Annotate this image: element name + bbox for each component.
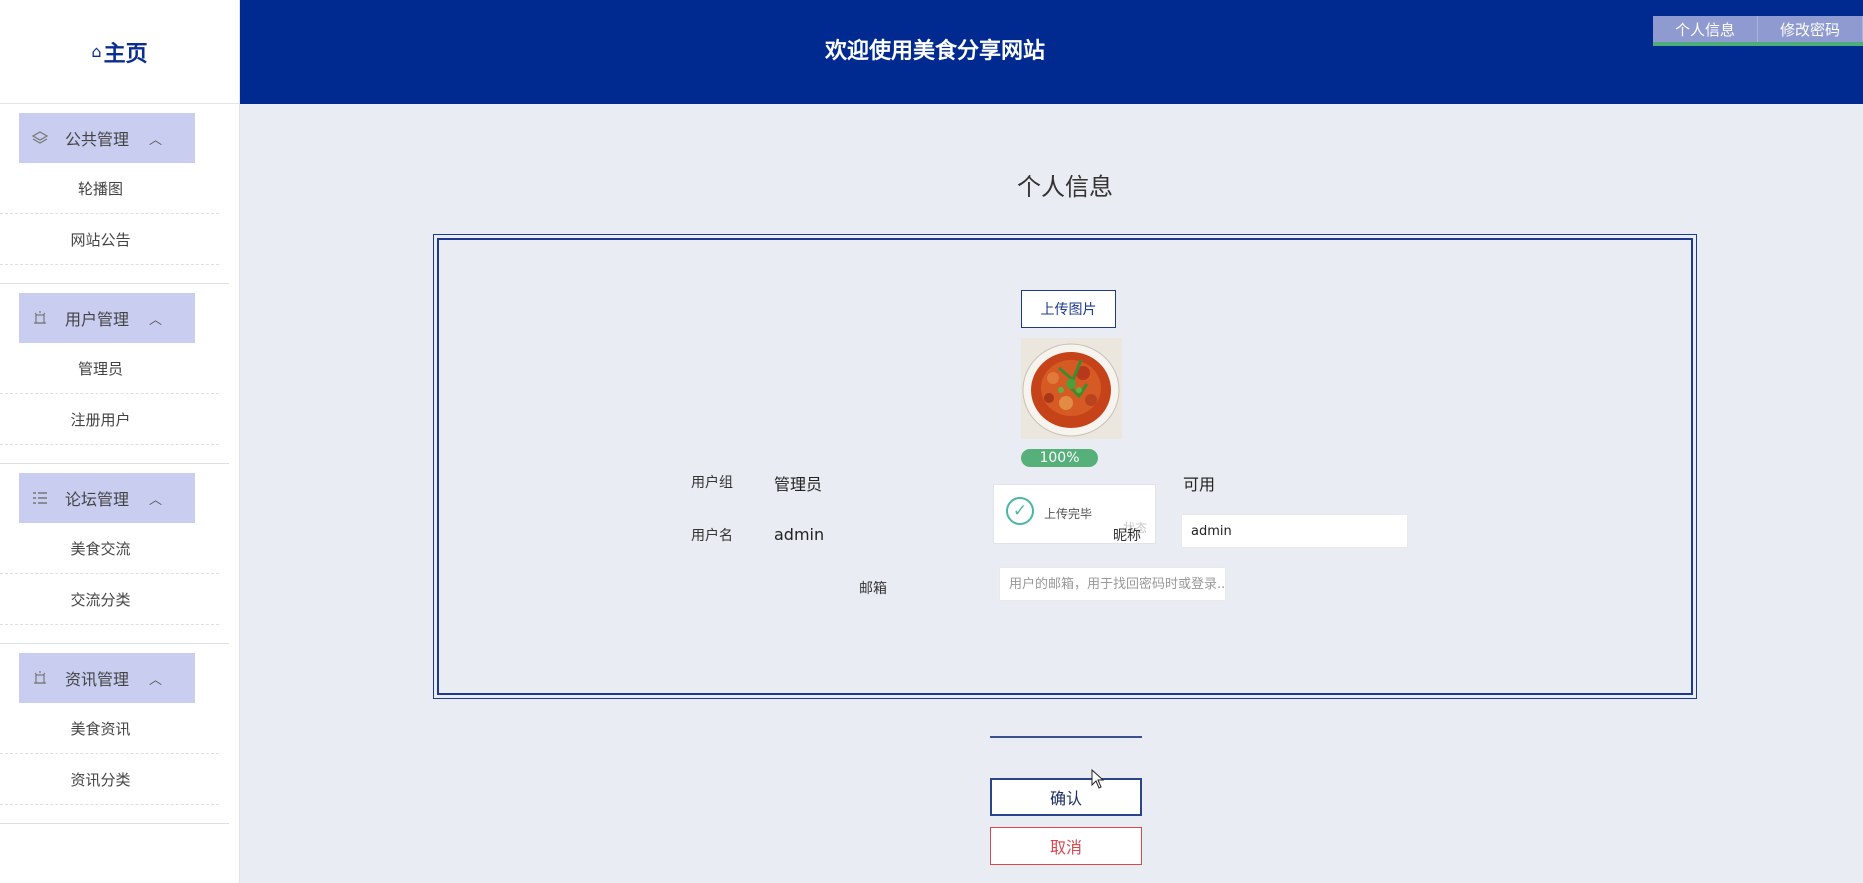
tab-change-password[interactable]: 修改密码 (1758, 16, 1863, 42)
sidebar-item-food-news[interactable]: 美食资讯 (0, 703, 219, 754)
sidebar-group-header-forum[interactable]: 论坛管理 ︿ (19, 473, 195, 523)
alarm-icon (31, 309, 49, 327)
sidebar-item-news-category[interactable]: 资讯分类 (0, 754, 219, 805)
nickname-field[interactable] (1181, 514, 1408, 548)
email-label: 邮箱 (859, 581, 887, 597)
user-group-value: 管理员 (774, 475, 823, 494)
home-icon: ⌂ (91, 42, 102, 61)
chevron-up-icon: ︿ (149, 672, 163, 688)
sidebar-group-header-users[interactable]: 用户管理 ︿ (19, 293, 195, 343)
toast-message: 上传完毕 (1044, 507, 1093, 521)
divider-line (990, 736, 1142, 738)
username-label: 用户名 (691, 528, 733, 544)
status-value: 可用 (1183, 475, 1216, 494)
home-link[interactable]: ⌂ 主页 (0, 0, 239, 104)
sidebar-item-admin[interactable]: 管理员 (0, 343, 219, 394)
nickname-label: 昵称 (1113, 528, 1141, 544)
sidebar-group-title: 公共管理 (65, 130, 130, 149)
sidebar-item-exchange-category[interactable]: 交流分类 (0, 574, 219, 625)
alarm-icon (31, 669, 49, 687)
upload-progress: 100% (1021, 449, 1098, 467)
sidebar-item-carousel[interactable]: 轮播图 (0, 163, 219, 214)
upload-image-button[interactable]: 上传图片 (1021, 290, 1116, 328)
sidebar-item-food-exchange[interactable]: 美食交流 (0, 523, 219, 574)
sidebar-group-news: 资讯管理 ︿ 美食资讯 资讯分类 (0, 644, 229, 824)
list-icon (31, 489, 49, 507)
tab-profile[interactable]: 个人信息 (1653, 16, 1758, 42)
site-title: 欢迎使用美食分享网站 (824, 39, 1045, 64)
sidebar-group-title: 资讯管理 (65, 670, 130, 689)
username-value: admin (774, 525, 825, 544)
sidebar-group-header-public[interactable]: 公共管理 ︿ (19, 113, 195, 163)
top-tabs: 个人信息 修改密码 (1653, 16, 1863, 46)
check-circle-icon: ✓ (1006, 497, 1034, 525)
sidebar: ⌂ 主页 公共管理 ︿ 轮播图 网站公告 用户管理 ︿ 管理员 注册用户 论坛管… (0, 0, 240, 883)
email-field[interactable] (999, 567, 1226, 601)
sidebar-item-registered-users[interactable]: 注册用户 (0, 394, 219, 445)
chevron-up-icon: ︿ (149, 312, 163, 328)
chevron-up-icon: ︿ (149, 132, 163, 148)
avatar-image (1021, 338, 1122, 439)
sidebar-item-announcement[interactable]: 网站公告 (0, 214, 219, 265)
sidebar-group-title: 用户管理 (65, 310, 130, 329)
cancel-button[interactable]: 取消 (990, 827, 1142, 865)
home-label: 主页 (103, 41, 148, 67)
sidebar-group-forum: 论坛管理 ︿ 美食交流 交流分类 (0, 464, 229, 644)
sidebar-group-header-news[interactable]: 资讯管理 ︿ (19, 653, 195, 703)
profile-form: 上传图片 100% ✓ 上传完毕 状态 用户组 管理员 可用 用户名 admin… (433, 234, 1697, 699)
mouse-cursor-icon (1091, 768, 1105, 793)
user-group-label: 用户组 (691, 475, 733, 491)
page-title: 个人信息 (1017, 173, 1113, 201)
sidebar-group-users: 用户管理 ︿ 管理员 注册用户 (0, 284, 229, 464)
top-header: 欢迎使用美食分享网站 个人信息 修改密码 (240, 0, 1863, 104)
confirm-button[interactable]: 确认 (990, 778, 1142, 816)
chevron-up-icon: ︿ (149, 492, 163, 508)
layers-icon (31, 129, 49, 147)
profile-form-inner: 上传图片 100% ✓ 上传完毕 状态 用户组 管理员 可用 用户名 admin… (437, 238, 1693, 695)
sidebar-group-title: 论坛管理 (65, 490, 130, 509)
sidebar-group-public: 公共管理 ︿ 轮播图 网站公告 (0, 104, 229, 284)
